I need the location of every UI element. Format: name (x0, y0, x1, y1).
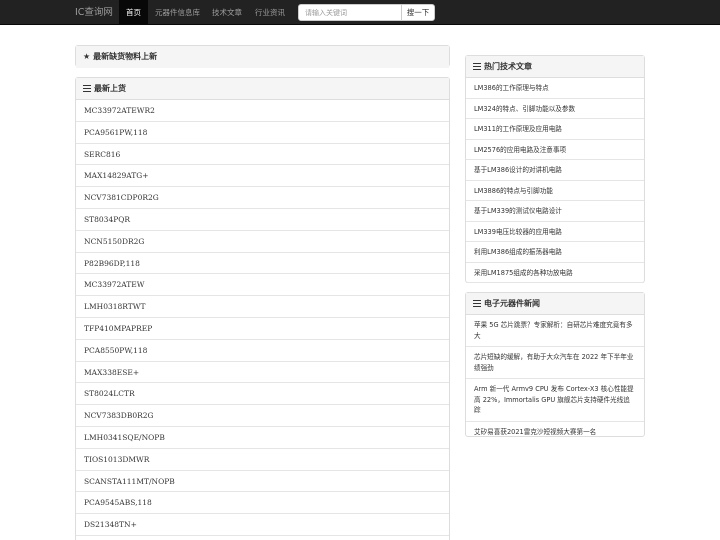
news-link[interactable]: 苹果 5G 芯片跳票？专家解析：自研芯片难度究竟有多大 (466, 315, 644, 347)
part-list-item[interactable]: NCV7383DB0R2G (76, 405, 449, 427)
part-list-item[interactable]: DS21348TN+ (76, 514, 449, 536)
hot-articles-panel: 热门技术文章 LM386的工作原理与特点 LM324的特点、引脚功能以及参数 L… (465, 55, 645, 283)
hot-articles-title: 热门技术文章 (484, 62, 532, 71)
article-link[interactable]: 采用LM1875组成的各种功放电路 (466, 263, 644, 283)
latest-stock-title: 最新上货 (94, 84, 126, 93)
part-list-item[interactable]: LMH0341SQE/NOPB (76, 427, 449, 449)
search-button[interactable]: 搜一下 (401, 4, 435, 21)
article-link[interactable]: 基于LM386设计的对讲机电路 (466, 160, 644, 181)
part-list-item[interactable]: TIOS1013DMWR (76, 449, 449, 471)
part-list-item[interactable]: ST8024LCTR (76, 383, 449, 406)
site-brand[interactable]: IC查询网 (75, 0, 113, 25)
article-link[interactable]: LM3886的特点与引脚功能 (466, 181, 644, 201)
component-news-title: 电子元器件新闻 (484, 299, 540, 308)
article-link[interactable]: LM2576的应用电路及注意事项 (466, 140, 644, 160)
part-list-item[interactable]: MAX14829ATG+ (76, 165, 449, 188)
article-link[interactable]: LM386的工作原理与特点 (466, 78, 644, 99)
part-list-item[interactable]: LMH0318RTWT (76, 296, 449, 318)
notice-panel: ★ 最新缺货物料上新 (75, 45, 450, 68)
notice-heading: ★ 最新缺货物料上新 (76, 46, 449, 68)
part-list-item[interactable]: PCA8550PW,118 (76, 340, 449, 362)
part-list-item[interactable]: SERC816 (76, 144, 449, 166)
notice-title[interactable]: 最新缺货物料上新 (93, 52, 157, 61)
part-list-item[interactable]: MAX338ESE+ (76, 362, 449, 384)
component-news-heading: 电子元器件新闻 (466, 293, 644, 315)
part-list-item[interactable]: MC33972ATEWR2 (76, 100, 449, 122)
list-icon (473, 300, 481, 307)
news-link[interactable]: 艾矽易喜获2021雷克沙短视频大赛第一名 (466, 422, 644, 443)
part-list-item[interactable]: SCANSTA111MT/NOPB (76, 471, 449, 493)
latest-stock-heading: 最新上货 (76, 78, 449, 100)
part-list-item[interactable]: ST8034PQR (76, 209, 449, 231)
part-list-item[interactable]: NCV7381CDP0R2G (76, 187, 449, 209)
star-icon: ★ (83, 52, 91, 61)
hot-articles-heading: 热门技术文章 (466, 56, 644, 78)
article-link[interactable]: LM311的工作原理及应用电路 (466, 119, 644, 140)
search-input[interactable] (298, 4, 402, 21)
nav-item-tech-articles[interactable]: 技术文章 (205, 0, 249, 25)
news-link[interactable]: Arm 新一代 Armv9 CPU 发布 Cortex-X3 核心性能提高 22… (466, 379, 644, 422)
latest-stock-panel: 最新上货 MC33972ATEWR2 PCA9561PW,118 SERC816… (75, 77, 450, 540)
article-link[interactable]: 利用LM386组成的振荡器电路 (466, 242, 644, 263)
component-news-panel: 电子元器件新闻 苹果 5G 芯片跳票？专家解析：自研芯片难度究竟有多大 芯片短缺… (465, 292, 645, 437)
part-list: MC33972ATEWR2 PCA9561PW,118 SERC816 MAX1… (76, 100, 449, 536)
part-list-item[interactable]: PCA9561PW,118 (76, 122, 449, 144)
nav-item-home[interactable]: 首页 (119, 0, 148, 25)
article-link[interactable]: 基于LM339的测试仪电路设计 (466, 201, 644, 222)
list-icon (83, 85, 91, 92)
article-link[interactable]: LM339电压比较器的应用电路 (466, 222, 644, 242)
part-list-item[interactable]: PCA9545ABS,118 (76, 492, 449, 515)
nav-item-component-library[interactable]: 元器件信息库 (148, 0, 207, 25)
part-list-item[interactable]: TFP410MPAPREP (76, 318, 449, 340)
top-navbar: IC查询网 首页 元器件信息库 技术文章 行业资讯 搜一下 (0, 0, 720, 25)
part-list-item[interactable]: P82B96DP,118 (76, 253, 449, 275)
news-link[interactable]: 芯片短缺的缓解，有助于大众汽车在 2022 年下半年业绩强劲 (466, 347, 644, 379)
part-list-item[interactable]: NCN5150DR2G (76, 231, 449, 253)
article-link[interactable]: LM324的特点、引脚功能以及参数 (466, 99, 644, 119)
list-icon (473, 63, 481, 70)
nav-item-industry-news[interactable]: 行业资讯 (248, 0, 292, 25)
part-list-item[interactable]: MC33972ATEW (76, 274, 449, 297)
